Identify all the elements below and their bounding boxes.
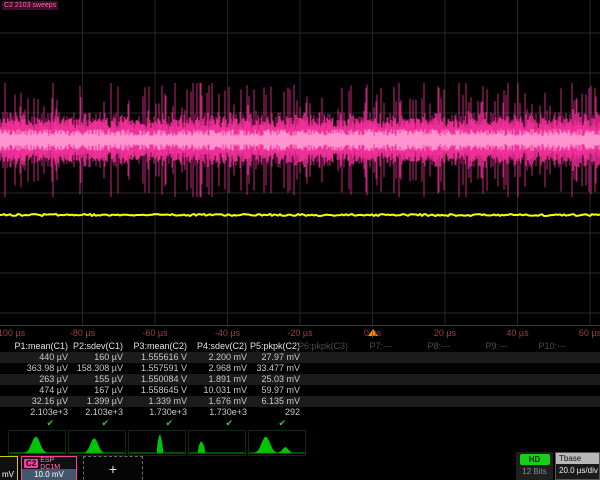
measurement-value: 2.103e+3 — [30, 407, 68, 418]
measurement-value: 474 µV — [39, 385, 68, 396]
measurement-value: 25.03 mV — [261, 374, 300, 385]
measurement-value: 1.730e+3 — [209, 407, 247, 418]
measurement-header[interactable]: P5:pkpk(C2) — [250, 341, 300, 352]
c1-scale: 10.0 mV — [0, 469, 17, 480]
measurement-value: 6.135 mV — [261, 396, 300, 407]
histicon[interactable] — [8, 430, 66, 456]
c2-scale: 10.0 mV — [22, 469, 76, 480]
table-row: 263 µV 155 µV 1.550084 V 1.891 mV 25.03 mV — [0, 374, 600, 385]
table-row: 363.98 µV 158.308 µV 1.557591 V 2.968 mV 33.… — [0, 363, 600, 374]
measurement-header[interactable]: P3:mean(C2) — [133, 341, 187, 352]
measurement-value: 292 — [285, 407, 300, 418]
measurement-header[interactable]: P2:sdev(C1) — [73, 341, 123, 352]
measurement-table: P1:mean(C1) P2:sdev(C1) P3:mean(C2) P4:sdev… — [0, 341, 600, 430]
c2-label: C2 — [24, 459, 38, 468]
time-axis-label: -80 µs — [70, 328, 95, 338]
measurement-header[interactable]: P7:--- — [370, 341, 393, 352]
plus-icon: + — [109, 461, 117, 477]
time-axis-label: -100 µs — [0, 328, 25, 338]
time-axis-label: 0 µs — [364, 328, 381, 338]
measurement-header[interactable]: P10:--- — [538, 341, 566, 352]
measurement-value: 1.891 mV — [208, 374, 247, 385]
hd-mode-badge[interactable]: HD — [520, 454, 550, 465]
measurement-header[interactable]: P8:--- — [428, 341, 451, 352]
table-row: 440 µV 160 µV 1.555616 V 2.200 mV 27.97 mV — [0, 352, 600, 363]
measurement-value: 160 µV — [94, 352, 123, 363]
measurement-value: 1.339 mV — [148, 396, 187, 407]
status-check-icon: ✔ — [101, 418, 109, 429]
timebase-descriptor[interactable]: Tbase 20.0 µs/div — [555, 452, 600, 480]
measurement-header[interactable]: P6:pkpk(C3) — [298, 341, 348, 352]
channel-c2-descriptor[interactable]: C2 ESP DC1M 10.0 mV — [21, 456, 77, 480]
measurement-value: 263 µV — [39, 374, 68, 385]
time-axis-label: 40 µs — [506, 328, 528, 338]
add-channel-button[interactable]: + — [83, 456, 143, 480]
histicon-row — [0, 430, 312, 456]
waveform-grid: C2 2103 sweeps — [0, 0, 600, 326]
measurement-value: 1.550084 V — [141, 374, 187, 385]
c1-trace — [0, 214, 600, 216]
descriptor-bar: C1 DC1M 10.0 mV C2 ESP DC1M 10.0 mV + HD… — [0, 456, 600, 480]
measurement-value: 1.730e+3 — [149, 407, 187, 418]
table-row: P1:mean(C1) P2:sdev(C1) P3:mean(C2) P4:sdev… — [0, 341, 600, 352]
measurement-value: 1.555616 V — [141, 352, 187, 363]
measurement-value: 59.97 mV — [261, 385, 300, 396]
time-axis-label: -20 µs — [287, 328, 312, 338]
histicon[interactable] — [188, 430, 246, 456]
oscilloscope-screen: C2 2103 sweeps -100 µs -80 µs -60 µs -40 µs… — [0, 0, 600, 480]
measurement-value: 33.477 mV — [256, 363, 300, 374]
measurement-value: 363.98 µV — [27, 363, 68, 374]
measurement-value: 2.200 mV — [208, 352, 247, 363]
time-axis: -100 µs -80 µs -60 µs -40 µs -20 µs 0 µs 20 µs… — [0, 327, 600, 340]
status-check-icon: ✔ — [165, 418, 173, 429]
histicon[interactable] — [248, 430, 306, 456]
measurement-value: 167 µV — [94, 385, 123, 396]
time-axis-label: 20 µs — [434, 328, 456, 338]
time-axis-label: 60 µs — [579, 328, 600, 338]
measurement-value: 2.968 mV — [208, 363, 247, 374]
hd-panel: HD 12 Bits — [516, 452, 553, 480]
table-row: 2.103e+3 2.103e+3 1.730e+3 1.730e+3 292 — [0, 407, 600, 418]
table-row: 474 µV 167 µV 1.558645 V 10.031 mV 59.97 mV — [0, 385, 600, 396]
timebase-label: Tbase — [556, 453, 599, 464]
measurement-value: 1.557591 V — [141, 363, 187, 374]
measurement-value: 2.103e+3 — [85, 407, 123, 418]
timebase-value: 20.0 µs/div — [556, 464, 599, 477]
measurement-value: 1.399 µV — [87, 396, 123, 407]
time-axis-label: -60 µs — [142, 328, 167, 338]
measurement-value: 1.558645 V — [141, 385, 187, 396]
measurement-value: 10.031 mV — [203, 385, 247, 396]
histicon[interactable] — [68, 430, 126, 456]
status-check-icon: ✔ — [46, 418, 54, 429]
table-row: ✔ ✔ ✔ ✔ ✔ — [0, 418, 600, 429]
grid-border — [0, 325, 600, 326]
measurement-value: 155 µV — [94, 374, 123, 385]
measurement-value: 158.308 µV — [77, 363, 123, 374]
persistence-sweeps-label: C2 2103 sweeps — [2, 1, 58, 10]
measurement-header[interactable]: P1:mean(C1) — [14, 341, 68, 352]
measurement-header[interactable]: P4:sdev(C2) — [197, 341, 247, 352]
time-axis-label: -40 µs — [215, 328, 240, 338]
status-check-icon: ✔ — [278, 418, 286, 429]
measurement-value: 1.676 mV — [208, 396, 247, 407]
channel-c1-descriptor[interactable]: C1 DC1M 10.0 mV — [0, 456, 18, 480]
measurement-value: 440 µV — [39, 352, 68, 363]
table-row: 32.16 µV 1.399 µV 1.339 mV 1.676 mV 6.135 mV — [0, 396, 600, 407]
measurement-value: 27.97 mV — [261, 352, 300, 363]
waveform-traces — [0, 0, 600, 326]
histicon[interactable] — [128, 430, 186, 456]
measurement-value: 32.16 µV — [32, 396, 68, 407]
hd-bits-label: 12 Bits — [516, 467, 553, 476]
status-check-icon: ✔ — [225, 418, 233, 429]
measurement-header[interactable]: P9:--- — [486, 341, 509, 352]
